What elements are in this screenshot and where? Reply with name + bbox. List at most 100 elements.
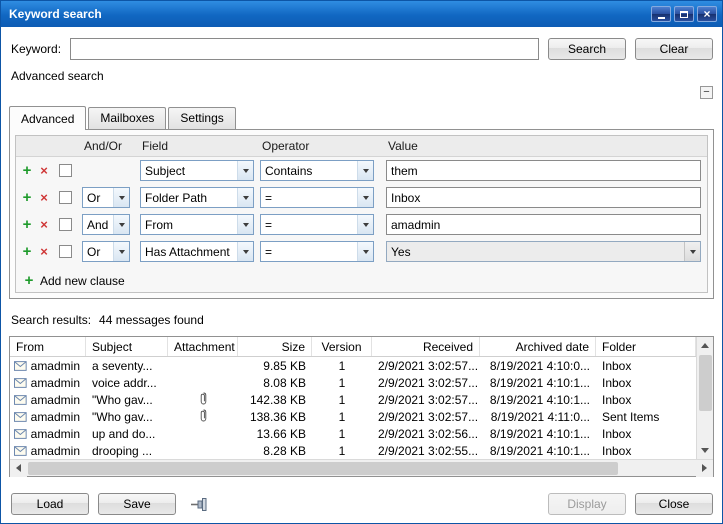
search-button[interactable]: Search [548, 38, 626, 60]
close-button[interactable]: Close [635, 493, 713, 515]
result-row[interactable]: amadmin "Who gav... 142.38 KB 1 2/9/2021… [10, 391, 696, 408]
result-version: 1 [312, 427, 372, 441]
value-input[interactable] [386, 214, 701, 235]
result-row[interactable]: amadmin "Who gav... 138.36 KB 1 2/9/2021… [10, 408, 696, 425]
result-from: amadmin [31, 427, 80, 441]
tab-advanced[interactable]: Advanced [9, 106, 86, 130]
pin-button[interactable] [190, 497, 209, 511]
scroll-left-icon[interactable] [10, 460, 27, 477]
add-clause-icon[interactable]: + [20, 216, 34, 233]
mail-icon [14, 446, 27, 456]
result-archived-date: 8/19/2021 4:10:1... [480, 376, 596, 390]
column-header-size[interactable]: Size [238, 337, 312, 356]
column-header-folder[interactable]: Folder [596, 337, 696, 356]
vertical-scrollbar[interactable] [696, 337, 713, 459]
add-clause-icon[interactable]: + [20, 189, 34, 206]
chevron-down-icon [113, 242, 129, 261]
mail-icon [14, 378, 27, 388]
delete-clause-icon[interactable]: × [37, 163, 51, 178]
operator-dropdown[interactable]: = [260, 241, 374, 262]
chevron-down-icon [357, 188, 373, 207]
maximize-button[interactable] [674, 6, 694, 22]
result-version: 1 [312, 444, 372, 458]
scroll-up-icon[interactable] [697, 337, 714, 354]
vertical-scroll-track[interactable] [697, 411, 713, 442]
result-received: 2/9/2021 3:02:57... [372, 359, 480, 373]
column-header-received[interactable]: Received [372, 337, 480, 356]
field-dropdown[interactable]: Subject [140, 160, 254, 181]
operator-dropdown[interactable]: = [260, 187, 374, 208]
chevron-down-icon [357, 161, 373, 180]
column-header-subject[interactable]: Subject [86, 337, 168, 356]
result-subject: drooping ... [86, 444, 168, 458]
titlebar[interactable]: Keyword search × [1, 1, 722, 27]
clause-builder: And/Or Field Operator Value + × Subject [15, 135, 708, 293]
clear-button[interactable]: Clear [635, 38, 713, 60]
display-button[interactable]: Display [548, 493, 626, 515]
pushpin-icon [190, 497, 209, 511]
result-size: 138.36 KB [238, 410, 312, 424]
chevron-down-icon [237, 188, 253, 207]
add-clause-icon[interactable]: + [20, 243, 34, 260]
result-size: 8.28 KB [238, 444, 312, 458]
clause-header-row: And/Or Field Operator Value [16, 136, 707, 157]
vertical-scroll-thumb[interactable] [699, 355, 712, 411]
result-size: 13.66 KB [238, 427, 312, 441]
delete-clause-icon[interactable]: × [37, 190, 51, 205]
load-button[interactable]: Load [11, 493, 89, 515]
andor-dropdown[interactable]: Or [82, 187, 130, 208]
result-row[interactable]: amadmin up and do... 13.66 KB 1 2/9/2021… [10, 425, 696, 442]
horizontal-scroll-track[interactable] [618, 460, 696, 476]
result-size: 8.08 KB [238, 376, 312, 390]
field-dropdown[interactable]: Folder Path [140, 187, 254, 208]
field-dropdown[interactable]: From [140, 214, 254, 235]
minimize-button[interactable] [651, 6, 671, 22]
result-folder: Inbox [596, 359, 696, 373]
delete-clause-icon[interactable]: × [37, 244, 51, 259]
result-archived-date: 8/19/2021 4:11:0... [480, 410, 596, 424]
horizontal-scrollbar[interactable] [10, 459, 713, 476]
collapse-button[interactable]: − [700, 86, 713, 99]
tab-strip: Advanced Mailboxes Settings [9, 106, 722, 129]
field-dropdown[interactable]: Has Attachment [140, 241, 254, 262]
results-table: From Subject Attachment Size Version Rec… [9, 336, 714, 477]
column-header-archived-date[interactable]: Archived date [480, 337, 596, 356]
value-input[interactable] [386, 160, 701, 181]
result-row[interactable]: amadmin drooping ... 8.28 KB 1 2/9/2021 … [10, 442, 696, 459]
value-dropdown[interactable]: Yes [386, 241, 701, 262]
clause-checkbox[interactable] [59, 218, 72, 231]
column-header-version[interactable]: Version [312, 337, 372, 356]
chevron-down-icon [237, 161, 253, 180]
keyword-search-bar: Keyword: Search Clear [11, 38, 713, 60]
delete-clause-icon[interactable]: × [37, 217, 51, 232]
andor-dropdown[interactable]: And [82, 214, 130, 235]
clause-checkbox[interactable] [59, 191, 72, 204]
close-window-button[interactable]: × [697, 6, 717, 22]
horizontal-scroll-thumb[interactable] [28, 462, 618, 475]
add-icon: + [22, 272, 36, 289]
save-button[interactable]: Save [98, 493, 176, 515]
scroll-down-icon[interactable] [697, 442, 714, 459]
value-input[interactable] [386, 187, 701, 208]
clause-checkbox[interactable] [59, 245, 72, 258]
advanced-search-link[interactable]: Advanced search [11, 69, 722, 83]
operator-dropdown[interactable]: Contains [260, 160, 374, 181]
tab-mailboxes[interactable]: Mailboxes [88, 107, 166, 129]
column-header-from[interactable]: From [10, 337, 86, 356]
keyword-input[interactable] [70, 38, 539, 60]
andor-dropdown[interactable]: Or [82, 241, 130, 262]
operator-dropdown[interactable]: = [260, 214, 374, 235]
chevron-down-icon [237, 242, 253, 261]
clause-checkbox[interactable] [59, 164, 72, 177]
close-icon: × [703, 8, 710, 20]
result-row[interactable]: amadmin a seventy... 9.85 KB 1 2/9/2021 … [10, 357, 696, 374]
add-new-clause-label: Add new clause [40, 274, 125, 288]
add-clause-icon[interactable]: + [20, 162, 34, 179]
add-new-clause-link[interactable]: + Add new clause [22, 272, 707, 289]
scroll-right-icon[interactable] [696, 460, 713, 477]
tab-settings[interactable]: Settings [168, 107, 235, 129]
chevron-down-icon [357, 215, 373, 234]
result-row[interactable]: amadmin voice addr... 8.08 KB 1 2/9/2021… [10, 374, 696, 391]
minimize-icon [658, 17, 665, 19]
column-header-attachment[interactable]: Attachment [168, 337, 238, 356]
